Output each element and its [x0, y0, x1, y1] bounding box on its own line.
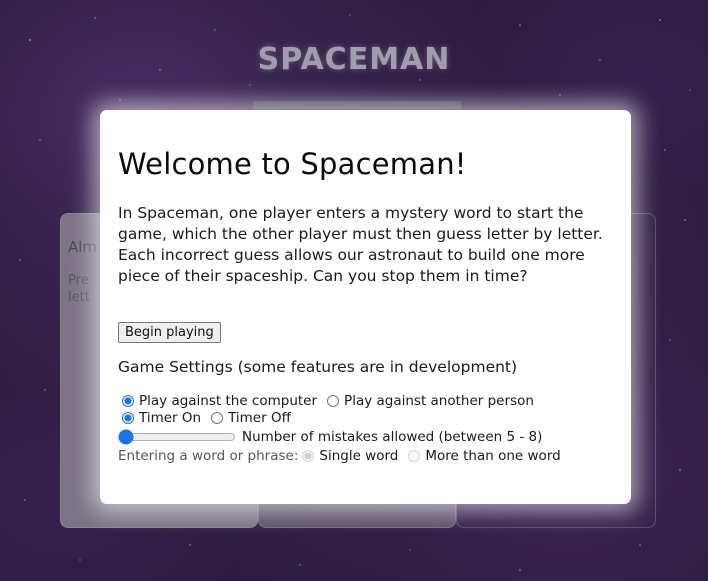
- mistakes-setting: Number of mistakes allowed (between 5 - …: [118, 429, 542, 445]
- word-entry-setting: Entering a word or phrase: Single word M…: [118, 448, 567, 464]
- settings-title: Game Settings (some features are in deve…: [118, 358, 518, 376]
- play-person-radio[interactable]: [327, 395, 340, 407]
- mistakes-slider[interactable]: [118, 431, 236, 443]
- intro-text: In Spaceman, one player enters a mystery…: [118, 204, 603, 285]
- play-person-label[interactable]: Play against another person: [344, 393, 534, 409]
- timer-on-radio[interactable]: [122, 412, 134, 424]
- timer-setting: Timer On Timer Off: [118, 410, 297, 426]
- play-computer-label[interactable]: Play against the computer: [139, 393, 317, 409]
- modal-title: Welcome to Spaceman!: [118, 147, 467, 181]
- mistakes-label: Number of mistakes allowed (between 5 - …: [242, 429, 543, 445]
- word-entry-label: Entering a word or phrase:: [118, 448, 299, 464]
- timer-on-label[interactable]: Timer On: [139, 410, 201, 426]
- single-word-label[interactable]: Single word: [319, 448, 398, 464]
- single-word-radio[interactable]: [302, 450, 315, 462]
- timer-off-radio[interactable]: [211, 412, 224, 424]
- multi-word-radio[interactable]: [408, 450, 421, 462]
- timer-off-label[interactable]: Timer Off: [228, 410, 291, 426]
- begin-playing-button[interactable]: Begin playing: [118, 322, 221, 343]
- multi-word-label[interactable]: More than one word: [425, 448, 560, 464]
- opponent-setting: Play against the computer Play against a…: [118, 393, 540, 409]
- welcome-modal: Welcome to Spaceman! In Spaceman, one pl…: [100, 110, 631, 504]
- play-computer-radio[interactable]: [122, 395, 134, 407]
